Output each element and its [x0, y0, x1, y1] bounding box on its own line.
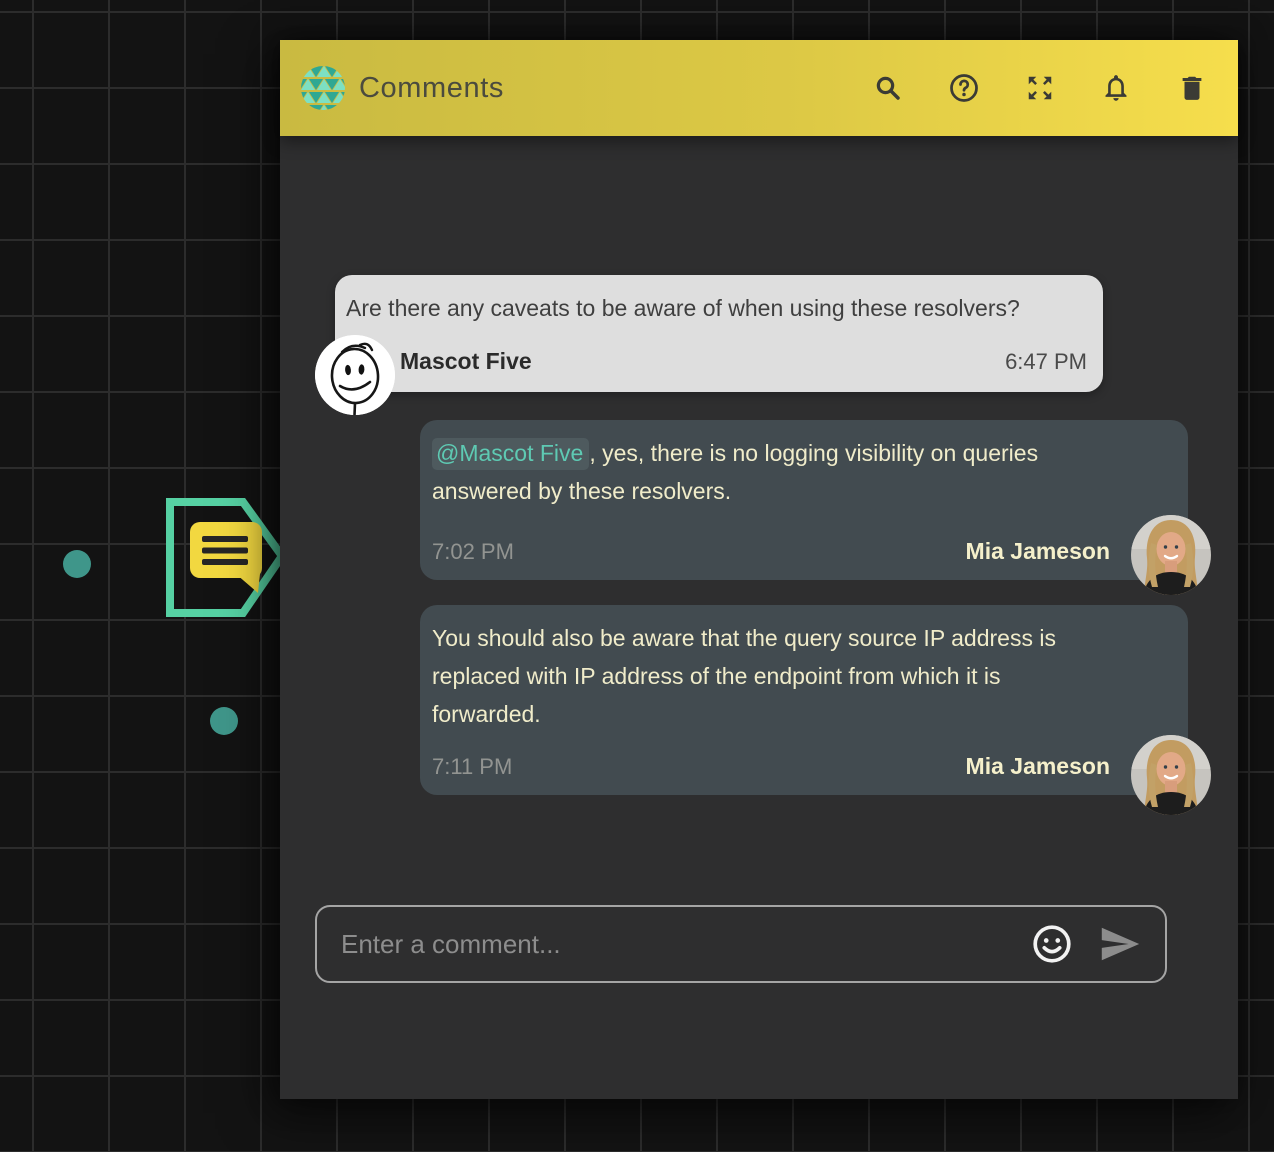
avatar-mia-jameson: [1131, 515, 1211, 595]
emoji-icon[interactable]: [1031, 923, 1073, 965]
comment-text: You should also be aware that the query …: [420, 605, 1188, 733]
panel-header: Comments: [280, 40, 1238, 136]
comment-text: Are there any caveats to be aware of whe…: [335, 275, 1103, 325]
comment-author: Mia Jameson: [966, 753, 1110, 780]
comment-input[interactable]: [339, 928, 1031, 961]
canvas-dot[interactable]: [63, 550, 91, 578]
search-icon[interactable]: [872, 72, 904, 104]
comment-bubble[interactable]: Are there any caveats to be aware of whe…: [335, 275, 1103, 392]
comment-author: Mia Jameson: [966, 538, 1110, 565]
comment-time: 6:47 PM: [1005, 349, 1087, 375]
header-toolbar: [872, 72, 1208, 104]
send-icon[interactable]: [1097, 921, 1143, 967]
comment-text: @Mascot Five, yes, there is no logging v…: [420, 420, 1188, 510]
mention-chip[interactable]: @Mascot Five: [432, 438, 589, 470]
avatar-mia-jameson: [1131, 735, 1211, 815]
comments-panel: Comments Are there any caveats to be awa…: [280, 40, 1238, 1099]
comment-time: 7:11 PM: [432, 754, 512, 780]
avatar-mascot-five: [315, 335, 395, 415]
comment-author: Mascot Five: [400, 348, 532, 375]
comment-bubble[interactable]: You should also be aware that the query …: [420, 605, 1188, 795]
comment-composer: [315, 905, 1167, 983]
comment-marker-icon[interactable]: [186, 518, 270, 596]
comment-bubble[interactable]: @Mascot Five, yes, there is no logging v…: [420, 420, 1188, 580]
canvas-dot[interactable]: [210, 707, 238, 735]
expand-icon[interactable]: [1024, 72, 1056, 104]
delete-icon[interactable]: [1176, 72, 1208, 104]
app-logo-icon: [300, 65, 346, 111]
help-icon[interactable]: [948, 72, 980, 104]
notifications-icon[interactable]: [1100, 72, 1132, 104]
panel-title: Comments: [359, 72, 872, 105]
comment-time: 7:02 PM: [432, 539, 514, 565]
